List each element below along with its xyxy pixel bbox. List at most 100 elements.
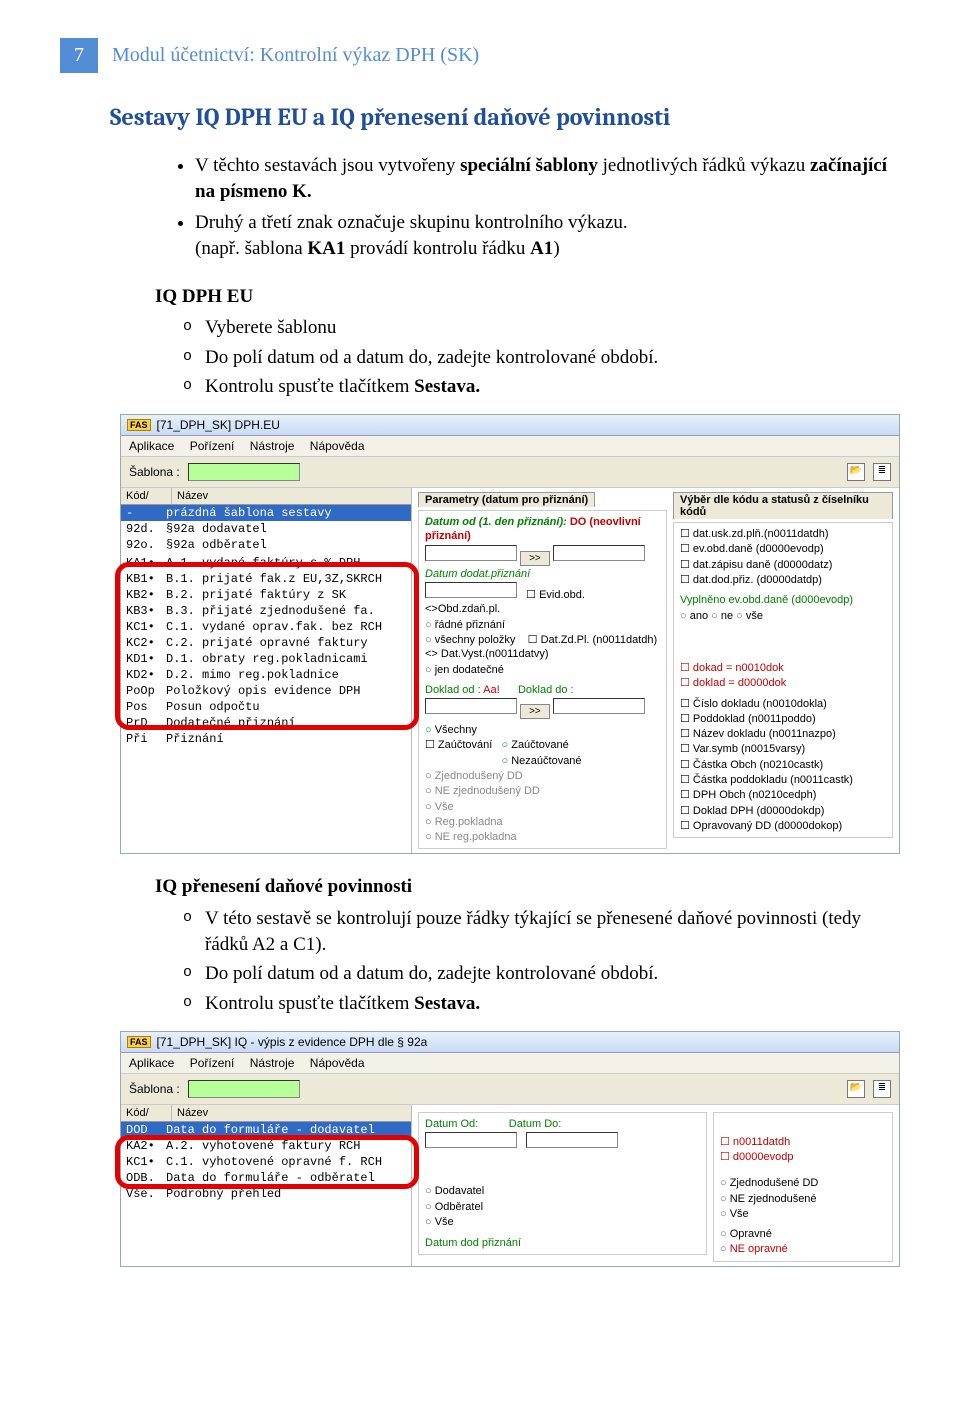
template-list[interactable]: Kód/ Název -prázdná šablona sestavy92d.§… [121, 488, 412, 853]
datum-od-input[interactable] [425, 545, 517, 561]
doklad-do-input[interactable] [553, 698, 645, 714]
check-doklad[interactable]: doklad = d0000dok [680, 676, 886, 690]
radio-dodavatel[interactable]: Dodavatel [425, 1184, 484, 1198]
template-toolbar: Šablona : 📂 ≣ [121, 1074, 899, 1105]
side-check[interactable]: Doklad DPH (d0000dokdp) [680, 804, 886, 818]
list-item[interactable]: ODB.Data do formuláře - odběratel [121, 1170, 411, 1186]
go-button[interactable]: >> [520, 551, 550, 566]
datum-do-input[interactable] [553, 545, 645, 561]
list-item[interactable]: KC1•C.1. vydané oprav.fak. bez RCH [121, 619, 411, 635]
iqdph-step-2: Do polí datum od a datum do, zadejte kon… [183, 345, 890, 371]
open-icon[interactable]: 📂 [847, 1080, 865, 1098]
list-item[interactable]: PosPosun odpočtu [121, 699, 411, 715]
radio-zjed[interactable]: Zjednodušené DD [720, 1176, 886, 1190]
iqpren-step-2: Do polí datum od a datum do, zadejte kon… [183, 961, 890, 987]
menu-item[interactable]: Nápověda [310, 1056, 365, 1070]
check-dokad[interactable]: dokad = n0010dok [680, 661, 886, 675]
iqdph-step-3: Kontrolu spusťte tlačítkem Sestava. [183, 374, 890, 400]
list-item[interactable]: Vše.Podrobný přehled [121, 1186, 411, 1202]
list-item[interactable]: KD1•D.1. obraty reg.pokladnicami [121, 651, 411, 667]
list-item[interactable]: -prázdná šablona sestavy [121, 505, 411, 521]
radio-dodatecne[interactable]: jen dodatečné [425, 663, 660, 677]
side-check[interactable]: Var.symb (n0015varsy) [680, 742, 886, 756]
zauc-check[interactable] [425, 739, 438, 751]
side-check[interactable]: Poddoklad (n0011poddo) [680, 712, 886, 726]
radio-vse2[interactable]: Vše [720, 1207, 886, 1221]
menu-item[interactable]: Aplikace [129, 1056, 174, 1070]
list-item[interactable]: PoOpPoložkový opis evidence DPH [121, 683, 411, 699]
go-button-2[interactable]: >> [520, 704, 550, 719]
doklad-od-input[interactable] [425, 698, 517, 714]
window-titlebar: FAS [71_DPH_SK] IQ - výpis z evidence DP… [121, 1032, 899, 1053]
intro-block: V těchto sestavách jsou vytvořeny speciá… [155, 153, 890, 400]
radio-radne[interactable]: řádné přiznání [425, 618, 660, 632]
list-item[interactable]: KA2•A.2. vyhotovené faktury RCH [121, 1138, 411, 1154]
evid-check[interactable] [526, 589, 539, 601]
list-item[interactable]: DODData do formuláře - dodavatel [121, 1122, 411, 1138]
sablona-input[interactable] [188, 1080, 300, 1098]
list-item[interactable]: KD2•D.2. mimo reg.pokladnice [121, 667, 411, 683]
list-item[interactable]: PřiPřiznání [121, 731, 411, 747]
tab-parametry[interactable]: Parametry (datum pro přiznání) [418, 492, 595, 507]
radio-zauctovane[interactable]: Zaúčtované [502, 739, 569, 751]
check-d0000[interactable]: d0000evodp [720, 1150, 886, 1164]
menu-item[interactable]: Nástroje [250, 1056, 295, 1070]
datum-do-input[interactable] [526, 1132, 618, 1148]
menu-item[interactable]: Pořízení [190, 439, 235, 453]
menu-item[interactable]: Nápověda [310, 439, 365, 453]
iqdph-step-1: Vyberete šablonu [183, 315, 890, 341]
list-item[interactable]: 92o.§92a odběratel [121, 537, 411, 553]
radio-ne-zjed[interactable]: NE zjednodušené [720, 1192, 886, 1206]
side-check[interactable]: Číslo dokladu (n0010dokla) [680, 697, 886, 711]
datzd-check[interactable] [528, 634, 541, 646]
datum-od-input[interactable] [425, 1132, 517, 1148]
sablona-label: Šablona : [129, 1082, 180, 1096]
radio-vsechny-z[interactable]: Všechny [425, 724, 477, 736]
radio-odberatel[interactable]: Odběratel [425, 1200, 484, 1214]
menu-item[interactable]: Nástroje [250, 439, 295, 453]
template-toolbar: Šablona : 📂 ≣ [121, 457, 899, 488]
list-item[interactable]: KB2•B.2. prijaté faktúry z SK [121, 587, 411, 603]
radio-vsechny[interactable]: všechny položky [425, 634, 515, 646]
check-d[interactable]: dat.dod.přiz. (d0000datdp) [680, 573, 886, 587]
list-item[interactable]: KC2•C.2. prijaté opravné faktury [121, 635, 411, 651]
check-b[interactable]: ev.obd.daně (d0000evodp) [680, 542, 886, 556]
list-item[interactable]: KB1•B.1. prijaté fak.z EU,3Z,SKRCH [121, 571, 411, 587]
col-nazev: Název [172, 488, 213, 504]
side-check[interactable]: Název dokladu (n0011nazpo) [680, 727, 886, 741]
side-check[interactable]: DPH Obch (n0210cedph) [680, 788, 886, 802]
module-title: Modul účetnictví: Kontrolní výkaz DPH (S… [98, 38, 493, 73]
template-list[interactable]: Kód/ Název DODData do formuláře - dodava… [121, 1105, 412, 1266]
list-item[interactable]: 92d.§92a dodavatel [121, 521, 411, 537]
radio-opravne[interactable]: Opravné [720, 1227, 886, 1241]
list-icon[interactable]: ≣ [873, 463, 891, 481]
side-check[interactable]: Částka Obch (n0210castk) [680, 758, 886, 772]
menu-item[interactable]: Pořízení [190, 1056, 235, 1070]
tab-kody[interactable]: Výběr dle kódu a statusů z číselníku kód… [673, 492, 893, 519]
iqpren-step-3: Kontrolu spusťte tlačítkem Sestava. [183, 991, 890, 1017]
open-icon[interactable]: 📂 [847, 463, 865, 481]
menu-bar[interactable]: Aplikace Pořízení Nástroje Nápověda [121, 436, 899, 457]
check-c[interactable]: dat.zápisu daně (d0000datz) [680, 558, 886, 572]
window-titlebar: FAS [71_DPH_SK] DPH.EU [121, 415, 899, 436]
side-check[interactable]: Částka poddokladu (n0011castk) [680, 773, 886, 787]
list-item[interactable]: PrDDodatečné přiznání [121, 715, 411, 731]
list-item[interactable]: KA1•A.1. vydané faktúry s % DPH [121, 555, 411, 571]
sablona-input[interactable] [188, 463, 300, 481]
screenshot-iq-92a: FAS [71_DPH_SK] IQ - výpis z evidence DP… [120, 1031, 900, 1267]
check-n0011[interactable]: n0011datdh [720, 1135, 886, 1149]
check-a[interactable]: dat.usk.zd.plň.(n0011datdh) [680, 527, 886, 541]
list-item[interactable]: KC1•C.1. vyhotovené opravné f. RCH [121, 1154, 411, 1170]
side-check[interactable]: Opravovaný DD (d0000dokop) [680, 819, 886, 833]
menu-item[interactable]: Aplikace [129, 439, 174, 453]
iqpren-block: IQ přenesení daňové povinnosti V této se… [155, 874, 890, 1016]
radio-vse[interactable]: Vše [425, 1215, 484, 1229]
menu-bar[interactable]: Aplikace Pořízení Nástroje Nápověda [121, 1053, 899, 1074]
radio-ne-opravne[interactable]: NE opravné [720, 1242, 886, 1256]
list-icon[interactable]: ≣ [873, 1080, 891, 1098]
list-item[interactable]: KB3•B.3. přijaté zjednodušené fa. [121, 603, 411, 619]
col-kod: Kód/ [121, 1105, 172, 1121]
radio-nezauctovane[interactable]: Nezaúčtované [502, 755, 582, 767]
iqpren-heading: IQ přenesení daňové povinnosti [155, 874, 890, 900]
datum-dodat-input[interactable] [425, 582, 517, 598]
